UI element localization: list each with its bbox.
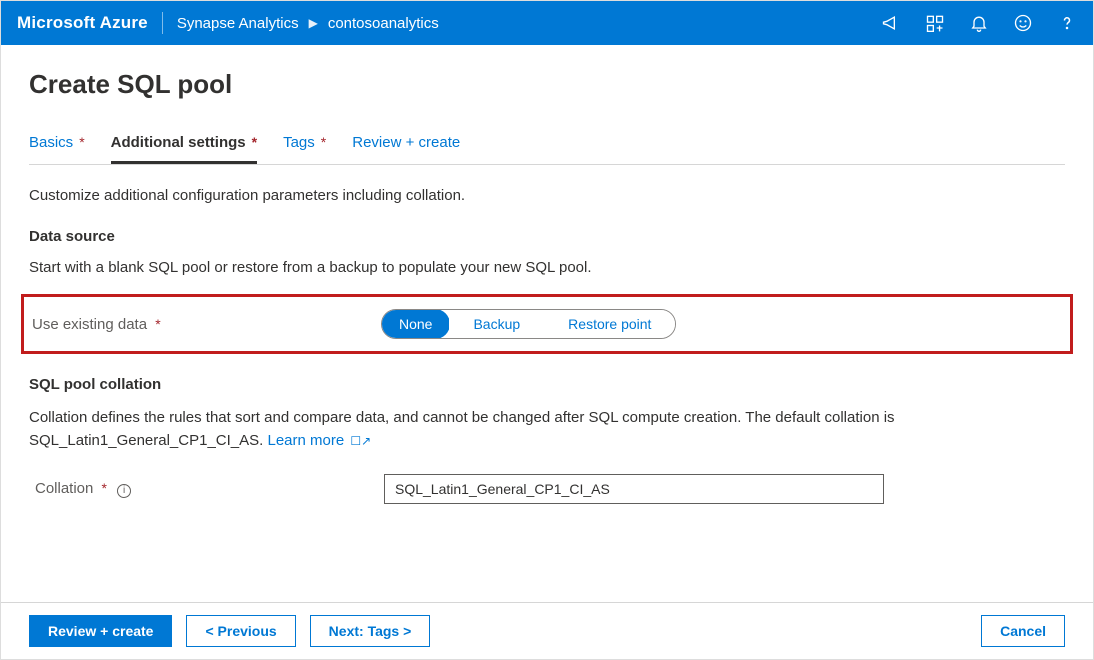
- breadcrumb-item-synapse[interactable]: Synapse Analytics: [177, 15, 299, 32]
- tab-label: Tags: [283, 134, 315, 151]
- help-icon[interactable]: [1057, 13, 1077, 33]
- breadcrumb-item-workspace[interactable]: contosoanalytics: [328, 15, 439, 32]
- option-none[interactable]: None: [381, 309, 450, 339]
- tab-label: Additional settings: [111, 134, 246, 151]
- learn-more-link[interactable]: Learn more ☐↗: [267, 432, 371, 449]
- intro-text: Customize additional configuration param…: [29, 187, 1065, 204]
- previous-button[interactable]: < Previous: [186, 615, 295, 647]
- top-bar: Microsoft Azure Synapse Analytics ▶ cont…: [1, 1, 1093, 45]
- page-content: Create SQL pool Basics * Additional sett…: [1, 45, 1093, 504]
- external-link-icon: ☐↗: [350, 434, 371, 448]
- cancel-button[interactable]: Cancel: [981, 615, 1065, 647]
- collation-label: Collation * i: [29, 480, 384, 498]
- data-source-subtext: Start with a blank SQL pool or restore f…: [29, 259, 1065, 276]
- tab-basics[interactable]: Basics *: [29, 128, 85, 164]
- topbar-left: Microsoft Azure Synapse Analytics ▶ cont…: [17, 12, 439, 34]
- collation-row: Collation * i: [29, 474, 1065, 504]
- option-restore-point[interactable]: Restore point: [544, 310, 675, 338]
- required-star: *: [155, 316, 160, 332]
- page-title: Create SQL pool: [29, 69, 1065, 100]
- feedback-smiley-icon[interactable]: [1013, 13, 1033, 33]
- option-backup[interactable]: Backup: [449, 310, 544, 338]
- chevron-right-icon: ▶: [309, 16, 318, 30]
- tab-tags[interactable]: Tags *: [283, 128, 326, 164]
- megaphone-icon[interactable]: [881, 13, 901, 33]
- use-existing-data-label: Use existing data *: [26, 316, 381, 333]
- data-source-heading: Data source: [29, 228, 1065, 245]
- label-text: Use existing data: [32, 316, 147, 333]
- required-star: *: [102, 480, 107, 496]
- info-icon[interactable]: i: [117, 484, 131, 498]
- collation-paragraph: Collation defines the rules that sort an…: [29, 407, 929, 452]
- topbar-right: [881, 13, 1077, 33]
- footer-bar: Review + create < Previous Next: Tags > …: [1, 602, 1093, 659]
- learn-more-text: Learn more: [267, 432, 344, 449]
- collation-text: Collation defines the rules that sort an…: [29, 409, 895, 449]
- tab-review-create[interactable]: Review + create: [352, 128, 460, 164]
- bell-icon[interactable]: [969, 13, 989, 33]
- tab-label: Review + create: [352, 134, 460, 151]
- use-existing-data-row-highlight: Use existing data * None Backup Restore …: [21, 294, 1073, 354]
- review-create-button[interactable]: Review + create: [29, 615, 172, 647]
- tab-bar: Basics * Additional settings * Tags * Re…: [29, 128, 1065, 165]
- use-existing-data-toggle[interactable]: None Backup Restore point: [381, 309, 676, 339]
- breadcrumb: Synapse Analytics ▶ contosoanalytics: [177, 15, 439, 32]
- brand-logo-text[interactable]: Microsoft Azure: [17, 13, 148, 33]
- required-star: *: [321, 134, 326, 150]
- directory-icon[interactable]: [925, 13, 945, 33]
- tab-label: Basics: [29, 134, 73, 151]
- label-text: Collation: [35, 480, 93, 497]
- tab-additional-settings[interactable]: Additional settings *: [111, 128, 257, 164]
- required-star: *: [252, 134, 257, 150]
- next-button[interactable]: Next: Tags >: [310, 615, 431, 647]
- required-star: *: [79, 134, 84, 150]
- collation-heading: SQL pool collation: [29, 376, 1065, 393]
- collation-input[interactable]: [384, 474, 884, 504]
- vertical-divider: [162, 12, 163, 34]
